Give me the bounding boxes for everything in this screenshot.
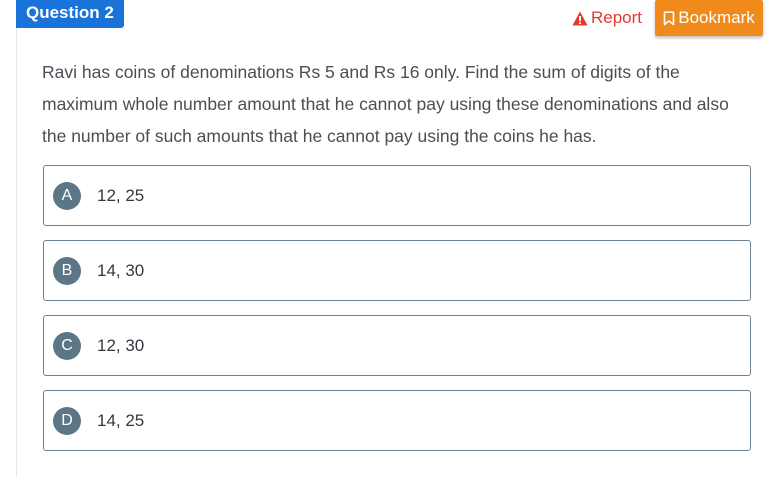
question-text: Ravi has coins of denominations Rs 5 and…: [42, 62, 729, 146]
option-d[interactable]: D 14, 25: [43, 390, 751, 451]
report-label: Report: [591, 8, 643, 27]
option-text: 14, 25: [97, 410, 145, 430]
bookmark-button[interactable]: Bookmark: [655, 0, 763, 36]
option-a[interactable]: A 12, 25: [43, 165, 751, 226]
option-letter: A: [53, 181, 81, 210]
option-b[interactable]: B 14, 30: [43, 240, 751, 301]
option-letter: D: [53, 406, 81, 435]
bookmark-label: Bookmark: [678, 8, 755, 27]
option-c[interactable]: C 12, 30: [43, 315, 751, 376]
option-letter: C: [53, 331, 81, 360]
bookmark-icon: [663, 10, 675, 25]
warning-triangle-icon: [572, 11, 588, 25]
option-text: 12, 25: [97, 185, 145, 205]
option-letter: B: [53, 256, 81, 285]
report-button[interactable]: Report: [572, 6, 642, 30]
question-number-badge: Question 2: [16, 0, 124, 28]
option-text: 14, 30: [97, 260, 145, 280]
option-text: 12, 30: [97, 335, 145, 355]
